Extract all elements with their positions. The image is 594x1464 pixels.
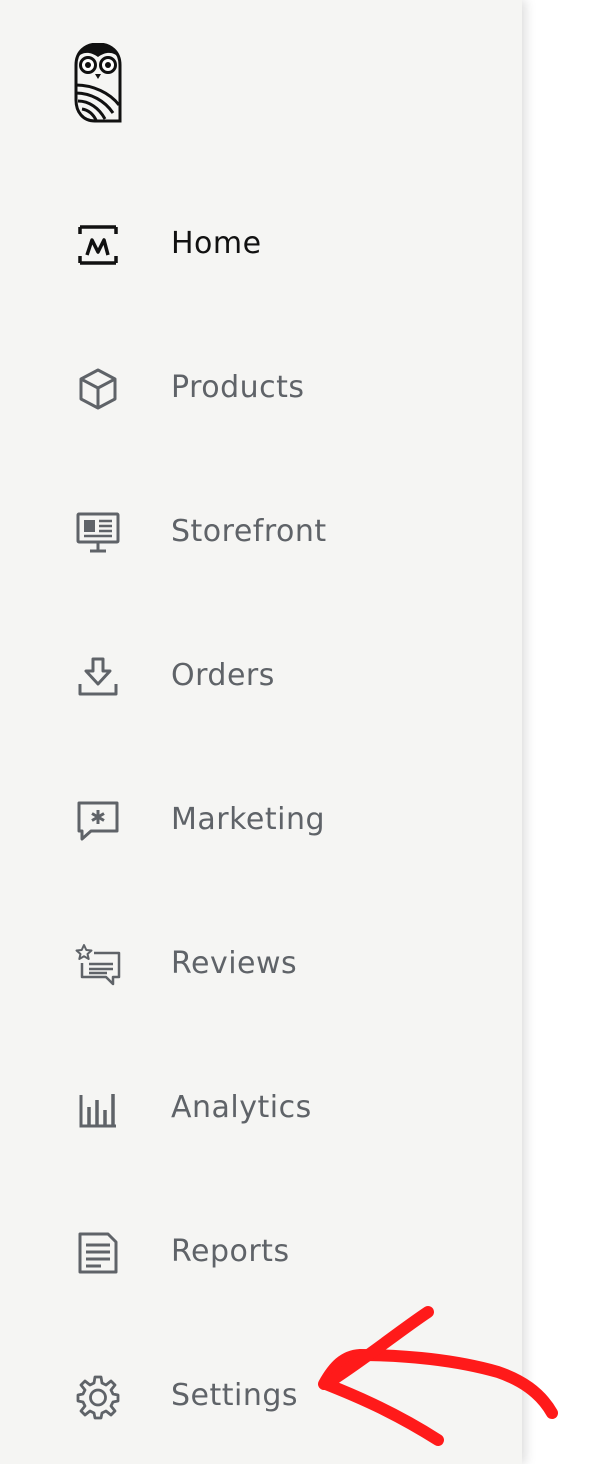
home-monitor-icon xyxy=(75,222,121,268)
download-tray-icon xyxy=(75,654,121,700)
sidebar-item-label: Settings xyxy=(171,1378,299,1413)
sidebar-item-label: Orders xyxy=(171,658,275,693)
sidebar-item-orders[interactable]: Orders xyxy=(0,631,522,721)
sidebar-item-label: Reviews xyxy=(171,946,298,981)
sidebar-item-label: Products xyxy=(171,370,305,405)
sidebar-item-analytics[interactable]: Analytics xyxy=(0,1063,522,1153)
sidebar: Home Products Storefront Orders Marketin… xyxy=(0,0,522,1464)
storefront-display-icon xyxy=(75,510,121,556)
gear-icon xyxy=(75,1374,121,1420)
sidebar-item-products[interactable]: Products xyxy=(0,343,522,433)
sidebar-item-label: Home xyxy=(171,226,262,261)
sidebar-item-reports[interactable]: Reports xyxy=(0,1207,522,1297)
page: Home Products Storefront Orders Marketin… xyxy=(0,0,594,1464)
sidebar-item-storefront[interactable]: Storefront xyxy=(0,487,522,577)
sidebar-item-label: Marketing xyxy=(171,802,326,837)
sidebar-item-home[interactable]: Home xyxy=(0,199,522,289)
report-document-icon xyxy=(75,1230,121,1276)
review-star-icon xyxy=(75,942,121,988)
sidebar-item-label: Reports xyxy=(171,1234,290,1269)
sidebar-item-label: Analytics xyxy=(171,1090,312,1125)
sidebar-item-settings[interactable]: Settings xyxy=(0,1351,522,1441)
bar-chart-icon xyxy=(75,1086,121,1132)
sidebar-item-label: Storefront xyxy=(171,514,327,549)
sidebar-item-marketing[interactable]: Marketing xyxy=(0,775,522,865)
owl-logo-icon[interactable] xyxy=(73,42,123,123)
sidebar-item-reviews[interactable]: Reviews xyxy=(0,919,522,1009)
chat-asterisk-icon xyxy=(75,798,121,844)
box-icon xyxy=(75,366,121,412)
